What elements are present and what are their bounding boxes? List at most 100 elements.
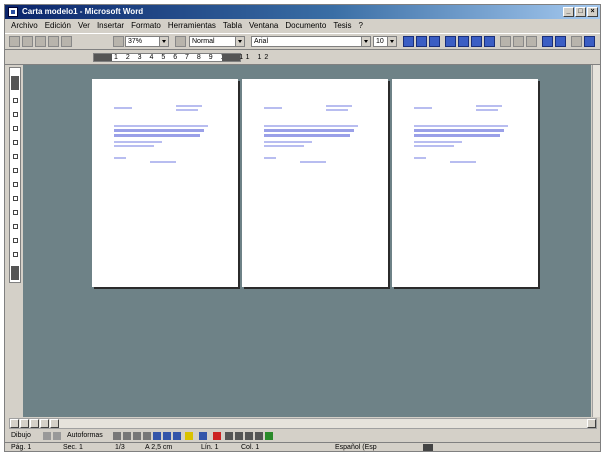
align-right-icon[interactable] [471,36,482,47]
bullets-icon[interactable] [513,36,524,47]
print-icon[interactable] [48,36,59,47]
shadow-icon[interactable] [255,432,263,440]
zoom-combo[interactable]: 37% [125,36,169,47]
highlight-icon[interactable] [571,36,582,47]
table-icon[interactable] [113,36,124,47]
text-line [414,145,454,147]
font-color-icon[interactable] [584,36,595,47]
text-line [114,134,200,137]
outline-view-icon[interactable] [40,419,49,428]
draw-menu-button[interactable]: Dibujo [11,430,31,442]
status-bar: Pág. 1 Sec. 1 1/3 A 2,5 cm Lín. 1 Col. 1… [5,442,600,451]
print-view-icon[interactable] [30,419,39,428]
ruler-tick [13,126,18,131]
text-line [300,161,326,163]
chevron-down-icon[interactable] [235,37,244,46]
menu-format[interactable]: Formato [131,20,161,32]
3d-icon[interactable] [265,432,273,440]
increase-indent-icon[interactable] [542,36,553,47]
vertical-scrollbar[interactable] [592,65,600,417]
style-combo[interactable]: Normal [189,36,245,47]
arrow-icon[interactable] [123,432,131,440]
justify-icon[interactable] [484,36,495,47]
autoshapes-menu-button[interactable]: Autoformas [67,430,103,442]
horizontal-scrollbar[interactable] [9,418,597,429]
minimize-button[interactable]: _ [563,7,574,17]
new-icon[interactable] [9,36,20,47]
rectangle-icon[interactable] [133,432,141,440]
align-left-icon[interactable] [445,36,456,47]
italic-icon[interactable] [416,36,427,47]
close-button[interactable]: × [587,7,598,17]
menu-tools[interactable]: Herramientas [168,20,216,32]
dash-style-icon[interactable] [235,432,243,440]
ruler-margin-left [94,54,112,61]
chevron-down-icon[interactable] [361,37,370,46]
fill-color-icon[interactable] [185,432,193,440]
style-icon[interactable] [175,36,186,47]
textbox-icon[interactable] [153,432,161,440]
text-line [264,134,350,137]
word-app-icon[interactable] [8,7,18,17]
line-icon[interactable] [113,432,121,440]
ruler-tick [13,238,18,243]
select-icon[interactable] [43,432,51,440]
ruler-tick [13,98,18,103]
text-line [264,107,282,109]
document-area[interactable] [23,65,591,417]
clipart-icon[interactable] [173,432,181,440]
scroll-left-icon[interactable] [50,419,59,428]
font-combo[interactable]: Arial [251,36,371,47]
text-line [114,141,162,143]
undo-icon[interactable] [61,36,72,47]
scroll-right-icon[interactable] [587,419,596,428]
status-page: Pág. 1 [11,444,32,451]
decrease-indent-icon[interactable] [526,36,537,47]
menu-table[interactable]: Tabla [223,20,242,32]
oval-icon[interactable] [143,432,151,440]
page-2[interactable] [242,79,388,287]
spelling-status-icon[interactable] [423,444,433,451]
text-line [114,129,204,132]
border-icon[interactable] [555,36,566,47]
align-center-icon[interactable] [458,36,469,47]
page-1[interactable] [92,79,238,287]
menu-document[interactable]: Documento [285,20,326,32]
status-section: Sec. 1 [63,444,83,451]
font-size-combo[interactable]: 10 [373,36,397,47]
text-line [176,109,198,111]
text-line [150,161,176,163]
ruler-row: 1 2 3 4 5 6 7 8 9 10 11 12 [5,51,600,65]
menu-thesis[interactable]: Tesis [333,20,351,32]
line-style-icon[interactable] [225,432,233,440]
numbering-icon[interactable] [500,36,511,47]
menu-edit[interactable]: Edición [45,20,71,32]
font-color-icon[interactable] [213,432,221,440]
menu-window[interactable]: Ventana [249,20,278,32]
bold-icon[interactable] [403,36,414,47]
menu-file[interactable]: Archivo [11,20,38,32]
chevron-down-icon[interactable] [159,37,168,46]
menu-help[interactable]: ? [359,20,363,32]
wordart-icon[interactable] [163,432,171,440]
rotate-icon[interactable] [53,432,61,440]
ruler-tick [13,182,18,187]
open-icon[interactable] [22,36,33,47]
title-bar: Carta modelo1 - Microsoft Word _ □ × [5,5,600,19]
web-view-icon[interactable] [20,419,29,428]
horizontal-ruler[interactable]: 1 2 3 4 5 6 7 8 9 10 11 12 [93,53,268,62]
ruler-margin-top [11,76,19,90]
text-line [414,134,500,137]
normal-view-icon[interactable] [10,419,19,428]
chevron-down-icon[interactable] [387,37,396,46]
arrow-style-icon[interactable] [245,432,253,440]
drawing-toolbar: Dibujo Autoformas [5,430,600,442]
page-3[interactable] [392,79,538,287]
vertical-ruler[interactable] [9,67,21,283]
maximize-button[interactable]: □ [575,7,586,17]
line-color-icon[interactable] [199,432,207,440]
underline-icon[interactable] [429,36,440,47]
save-icon[interactable] [35,36,46,47]
menu-insert[interactable]: Insertar [97,20,124,32]
menu-view[interactable]: Ver [78,20,90,32]
